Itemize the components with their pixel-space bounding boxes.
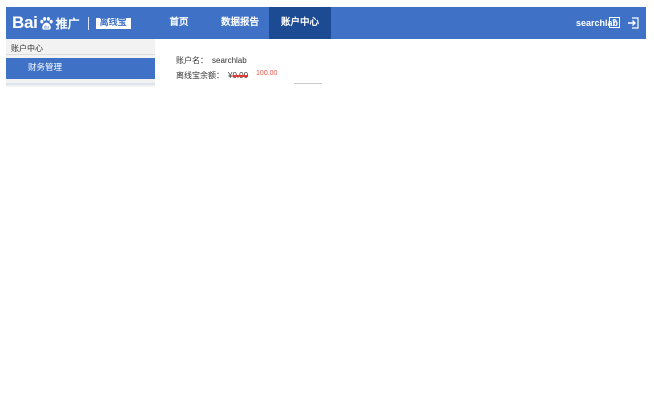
account-name-value: searchlab xyxy=(212,56,247,65)
nav-data-report[interactable]: 数据报告 xyxy=(211,7,269,39)
sidebar-title: 账户中心 xyxy=(11,44,43,53)
baidu-paw-icon: du xyxy=(39,16,53,30)
nav-account-center[interactable]: 账户中心 xyxy=(269,7,331,39)
balance-new-value: 100.00 xyxy=(256,70,278,77)
sidebar-item-finance[interactable]: 财务管理 xyxy=(6,58,155,79)
top-navbar: Bai du 推广 离线宝 首页 数据报告 账户中心 searchlab ? xyxy=(6,7,646,39)
help-icon[interactable]: ? xyxy=(609,17,620,28)
logout-icon[interactable] xyxy=(627,17,639,29)
product-badge: 离线宝 xyxy=(95,17,131,29)
account-name-row: 账户名： searchlab xyxy=(176,55,247,66)
logo-text-tuiguang: 推广 xyxy=(55,16,80,31)
balance-old-value: 0.00 xyxy=(232,71,249,80)
logo-divider xyxy=(87,16,89,30)
sidebar-divider xyxy=(6,54,155,55)
account-info-panel: 账户名： searchlab 离线宝余额： ¥0.00 100.00 xyxy=(155,39,646,87)
app-frame: Bai du 推广 离线宝 首页 数据报告 账户中心 searchlab ? 账… xyxy=(6,7,646,87)
account-name-label: 账户名： xyxy=(176,56,208,65)
sidebar: 账户中心 财务管理 xyxy=(6,39,155,87)
balance-label: 离线宝余额： xyxy=(176,71,224,80)
nav-home[interactable]: 首页 xyxy=(159,7,199,39)
username-link[interactable]: searchlab xyxy=(546,7,618,39)
logo-text-du: du xyxy=(43,24,49,29)
faint-divider xyxy=(294,83,322,84)
logo-text-bai: Bai xyxy=(12,13,38,32)
balance-row: 离线宝余额： ¥0.00 100.00 xyxy=(176,70,277,81)
sidebar-next-item-edge xyxy=(6,83,155,85)
baidu-tuiguang-logo[interactable]: Bai du 推广 离线宝 xyxy=(12,11,131,35)
